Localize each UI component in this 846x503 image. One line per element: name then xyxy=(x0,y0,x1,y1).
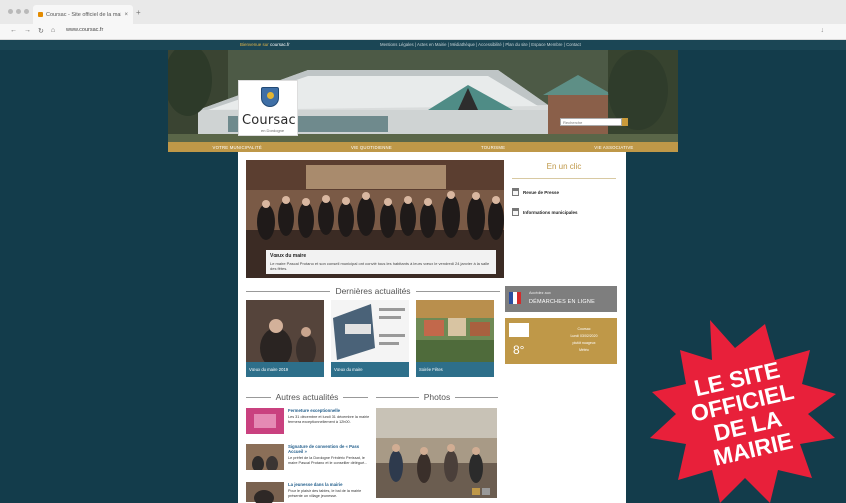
slider-caption-text: Le maire Pascal Protano et son conseil m… xyxy=(270,261,490,271)
download-icon[interactable]: ↓ xyxy=(821,27,825,34)
nav-item-municipalite[interactable]: VOTRE MUNICIPALITÉ xyxy=(213,145,262,150)
calendar-icon xyxy=(512,188,519,196)
meteo-temperature: 8° xyxy=(513,343,525,357)
section-title: Dernières actualités xyxy=(335,286,411,296)
section-title: Autres actualités xyxy=(275,392,339,402)
clic-item-label: Informations municipales xyxy=(523,209,578,215)
news-card[interactable]: Soirée Fêtes xyxy=(416,300,494,378)
news-card-image xyxy=(331,300,409,362)
brand-prefix: Bienvenue sur xyxy=(240,42,269,47)
back-icon[interactable]: ← xyxy=(10,27,17,35)
dernieres-actualites-heading: Dernières actualités xyxy=(246,286,500,296)
news-card-caption: Soirée Fêtes xyxy=(416,362,494,377)
site-logo[interactable]: Coursac en Dordogne xyxy=(238,80,298,136)
list-item-text: Les 31 décembre et lundi 31 décembre la … xyxy=(288,415,370,424)
meteo-condition: plutôt nuageux xyxy=(572,341,596,345)
demarches-en-ligne-banner[interactable]: Accédez aux DÉMARCHES EN LIGNE xyxy=(505,286,617,312)
slider-caption-title: Vœux du maire xyxy=(270,253,307,259)
tab-title: Coursac - Site officiel de la mairie xyxy=(46,11,122,18)
meteo-widget[interactable]: 8° Coursac Lundi 03/02/2020 plutôt nuage… xyxy=(505,318,617,364)
en-un-clic-divider xyxy=(512,178,616,179)
site-search-input[interactable]: Recherche xyxy=(560,118,622,126)
list-item-title: Fermeture exceptionnelle xyxy=(288,408,341,413)
address-bar[interactable]: www.coursac.fr xyxy=(66,27,103,33)
site-topbar: Bienvenue sur coursac.fr Mentions Légale… xyxy=(0,40,846,50)
topbar-links[interactable]: Mentions Légales | Actes en Mairie | Méd… xyxy=(380,42,581,47)
topbar-brand: Bienvenue sur coursac.fr xyxy=(240,42,290,47)
calendar-icon xyxy=(512,208,519,216)
reload-icon[interactable]: ↻ xyxy=(38,27,44,35)
search-submit-button[interactable] xyxy=(622,118,628,126)
list-item-text: Le préfet de la Dordogne Frédéric Periss… xyxy=(288,456,368,465)
browser-tab-strip: Coursac - Site officiel de la mairie × + xyxy=(0,0,846,24)
clic-item-label: Revue de Presse xyxy=(523,189,560,195)
news-card-image xyxy=(246,300,324,362)
meteo-date: Lundi 03/02/2020 xyxy=(570,334,598,338)
list-item[interactable]: Signature de convention de « Pass Accuei… xyxy=(246,444,370,476)
photo-gallery[interactable] xyxy=(376,408,497,498)
forward-icon[interactable]: → xyxy=(24,27,31,35)
list-item[interactable]: La jeunesse dans la mairie Pour le plais… xyxy=(246,482,370,503)
news-card-caption: Vœux du maire xyxy=(331,362,409,377)
list-item-image xyxy=(246,444,284,470)
meteo-logo xyxy=(509,323,529,337)
news-card-caption: Vœux du maire 2019 xyxy=(246,362,324,377)
main-navigation: VOTRE MUNICIPALITÉ VIE QUOTIDIENNE TOURI… xyxy=(168,142,678,152)
zoom-window-dot[interactable] xyxy=(24,9,29,14)
photos-heading: Photos xyxy=(376,392,498,402)
close-window-dot[interactable] xyxy=(8,9,13,14)
list-item-image xyxy=(246,482,284,503)
news-card-image xyxy=(416,300,494,362)
favicon-icon xyxy=(38,12,43,17)
tab-close-icon[interactable]: × xyxy=(124,12,128,18)
nav-item-tourisme[interactable]: TOURISME xyxy=(481,145,505,150)
autres-actualites-heading: Autres actualités xyxy=(246,392,368,402)
nav-item-vie-quotidienne[interactable]: VIE QUOTIDIENNE xyxy=(351,145,392,150)
home-icon[interactable]: ⌂ xyxy=(51,27,55,35)
list-item-image xyxy=(246,408,284,434)
new-tab-icon[interactable]: + xyxy=(136,9,141,17)
browser-tab[interactable]: Coursac - Site officiel de la mairie × xyxy=(33,5,133,24)
demarches-kicker: Accédez aux xyxy=(529,291,551,295)
browser-toolbar: ← → ↻ ⌂ www.coursac.fr ↓ xyxy=(0,24,846,40)
minimize-window-dot[interactable] xyxy=(16,9,21,14)
list-item[interactable]: Fermeture exceptionnelle Les 31 décembre… xyxy=(246,408,370,440)
list-item-title: La jeunesse dans la mairie xyxy=(288,482,343,487)
en-un-clic-title: En un clic xyxy=(546,162,582,171)
window-controls[interactable] xyxy=(8,9,29,14)
french-flag-icon xyxy=(509,292,521,304)
list-item-text: Pour le plaisir des tables, le bal de la… xyxy=(288,489,362,498)
news-card[interactable]: Vœux du maire xyxy=(331,300,409,378)
meteo-link[interactable]: Météo xyxy=(555,347,613,354)
nav-item-vie-associative[interactable]: VIE ASSOCIATIVE xyxy=(594,145,633,150)
section-title: Photos xyxy=(423,392,451,402)
brand-domain[interactable]: coursac.fr xyxy=(270,42,290,47)
logo-subtitle: en Dordogne xyxy=(261,128,285,133)
slider-caption[interactable]: Vœux du maire Le maire Pascal Protano et… xyxy=(266,250,496,274)
meteo-city: Coursac xyxy=(577,327,591,331)
clic-item-infos-municipales[interactable]: Informations municipales xyxy=(512,206,616,218)
list-item-title: Signature de convention de « Pass Accuei… xyxy=(288,444,360,454)
clic-item-revue-presse[interactable]: Revue de Presse xyxy=(512,186,616,198)
gallery-photo xyxy=(376,408,497,498)
logo-name: Coursac xyxy=(242,113,296,128)
demarches-title: DÉMARCHES EN LIGNE xyxy=(529,299,595,305)
news-card[interactable]: Vœux du maire 2019 xyxy=(246,300,324,378)
meteo-details: Coursac Lundi 03/02/2020 plutôt nuageux … xyxy=(555,326,613,354)
coat-of-arms-icon xyxy=(261,87,279,107)
